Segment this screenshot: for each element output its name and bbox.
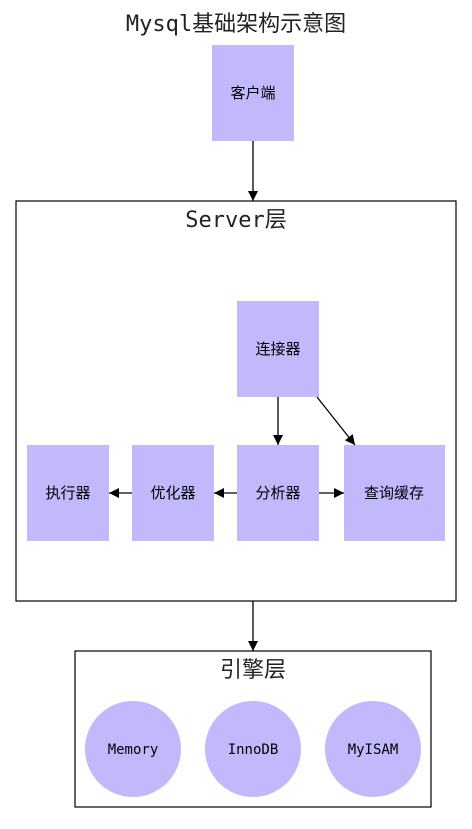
server-layer-label: Server层 [185, 208, 286, 233]
client-label: 客户端 [230, 84, 275, 102]
diagram-title: Mysql基础架构示意图 [126, 12, 346, 37]
connector-label: 连接器 [255, 340, 300, 358]
architecture-diagram: Mysql基础架构示意图 客户端 Server层 连接器 分析器 查询缓存 优化… [15, 12, 457, 808]
engine-myisam-label: MyISAM [348, 742, 399, 758]
engine-memory-label: Memory [108, 742, 159, 758]
analyzer-label: 分析器 [255, 484, 300, 502]
engine-layer-label: 引擎层 [220, 658, 286, 683]
optimizer-label: 优化器 [150, 484, 195, 502]
arrow-connector-to-query-cache [316, 396, 356, 446]
executor-label: 执行器 [45, 484, 90, 502]
diagram-canvas: Mysql基础架构示意图 客户端 Server层 连接器 分析器 查询缓存 优化… [0, 0, 472, 824]
query-cache-label: 查询缓存 [364, 484, 424, 502]
engine-innodb-label: InnoDB [228, 742, 279, 758]
